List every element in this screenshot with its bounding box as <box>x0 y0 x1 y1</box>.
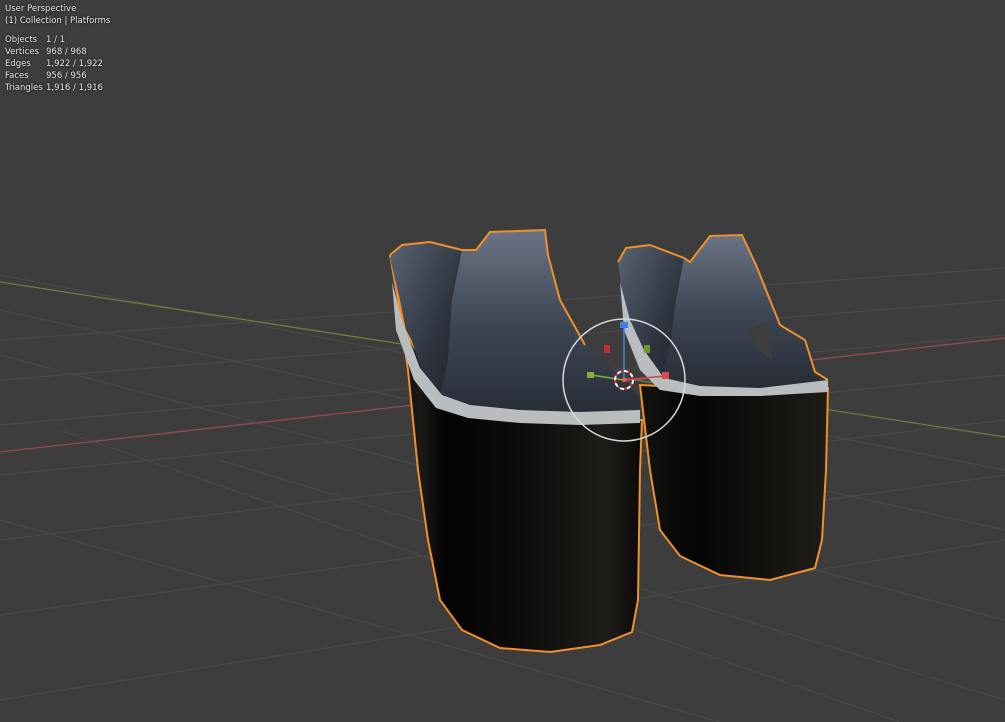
gizmo-xz-plane[interactable] <box>644 345 650 353</box>
stat-edges: Edges 1,922 / 1,922 <box>5 58 110 70</box>
gizmo-z-handle[interactable] <box>620 322 628 328</box>
right-platform-shoe[interactable] <box>617 233 830 582</box>
stat-value: 956 / 956 <box>46 71 87 81</box>
gizmo-x-handle[interactable] <box>662 372 669 379</box>
view-name: User Perspective <box>5 4 77 14</box>
gizmo-y-handle[interactable] <box>587 372 594 378</box>
stat-label: Faces <box>5 71 29 81</box>
3d-viewport[interactable]: User Perspective (1) Collection | Platfo… <box>0 0 1005 722</box>
stat-triangles: Triangles 1,916 / 1,916 <box>5 82 110 94</box>
stat-faces: Faces 956 / 956 <box>5 70 110 82</box>
collection-line: (1) Collection | Platforms <box>5 16 111 26</box>
stat-vertices: Vertices 968 / 968 <box>5 46 110 58</box>
viewport-scene[interactable] <box>0 0 1005 722</box>
gizmo-yz-plane[interactable] <box>604 345 610 353</box>
right-shoe-body <box>638 383 830 582</box>
stat-value: 1 / 1 <box>46 35 66 45</box>
left-platform-shoe[interactable] <box>389 228 644 654</box>
stat-label: Vertices <box>5 47 39 57</box>
stat-value: 1,916 / 1,916 <box>46 83 103 93</box>
stat-objects: Objects 1 / 1 <box>5 34 110 46</box>
scene-statistics: Objects 1 / 1 Vertices 968 / 968 Edges 1… <box>5 34 110 94</box>
viewport-info-overlay: User Perspective (1) Collection | Platfo… <box>5 3 110 94</box>
stat-label: Triangles <box>5 83 43 93</box>
stat-label: Objects <box>5 35 38 45</box>
stat-label: Edges <box>5 59 31 69</box>
stat-value: 1,922 / 1,922 <box>46 59 103 69</box>
stat-value: 968 / 968 <box>46 47 87 57</box>
